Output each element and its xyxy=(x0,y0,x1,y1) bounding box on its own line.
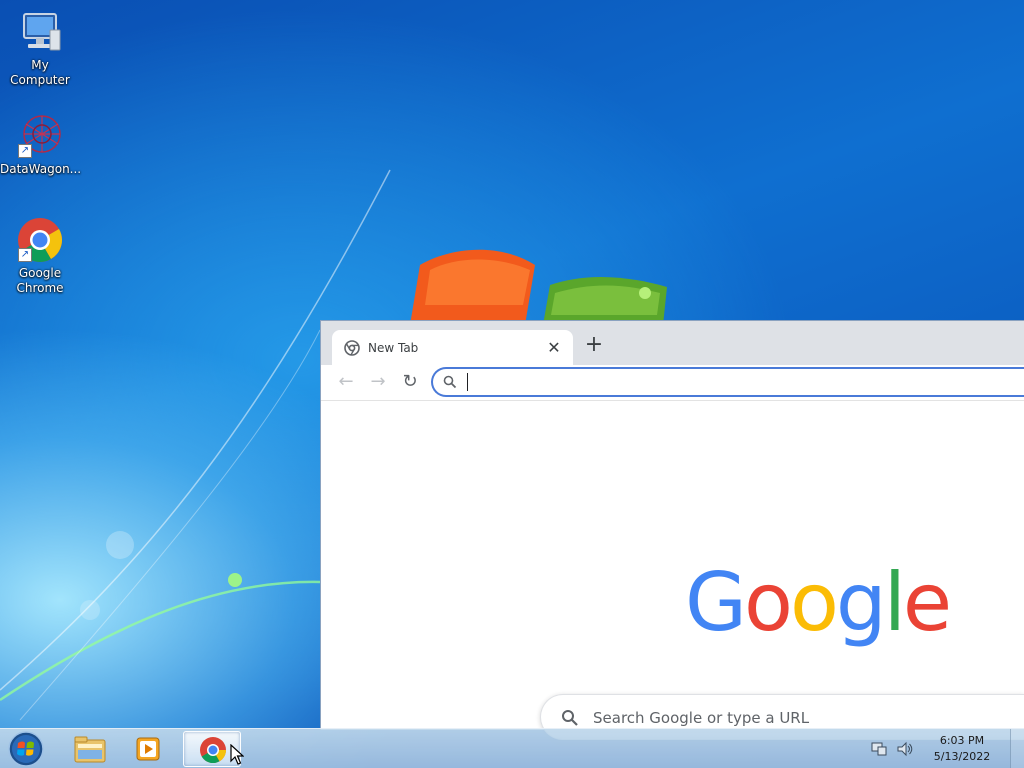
desktop-icon-datawagon[interactable]: ↗ DataWagon... xyxy=(0,112,82,177)
chrome-icon: ↗ xyxy=(16,216,64,264)
taskbar: 6:03 PM 5/13/2022 xyxy=(0,728,1024,768)
tab-new-tab[interactable]: New Tab ✕ xyxy=(332,330,573,365)
windows-logo-wallpaper xyxy=(410,249,667,325)
desktop-icon-google-chrome[interactable]: ↗ Google Chrome xyxy=(0,216,80,296)
shortcut-arrow-icon: ↗ xyxy=(18,248,32,262)
start-button[interactable] xyxy=(6,730,46,768)
chrome-favicon-icon xyxy=(344,339,360,356)
datawagon-icon: ↗ xyxy=(16,112,64,160)
show-desktop-button[interactable] xyxy=(1010,729,1024,768)
clock-date: 5/13/2022 xyxy=(933,750,991,763)
media-player-icon xyxy=(136,737,160,761)
google-logo: Google xyxy=(685,556,952,649)
logo-letter: o xyxy=(789,556,839,649)
new-tab-search-input[interactable] xyxy=(593,709,993,727)
shortcut-arrow-icon: ↗ xyxy=(18,144,32,158)
tab-title: New Tab xyxy=(368,340,419,355)
logo-letter: l xyxy=(883,556,906,649)
taskbar-media-player[interactable] xyxy=(120,731,178,767)
desktop-icon-label: DataWagon... xyxy=(0,162,82,176)
address-input[interactable] xyxy=(467,373,967,391)
search-icon xyxy=(562,710,578,726)
volume-icon[interactable] xyxy=(896,741,914,757)
reload-button[interactable]: ↻ xyxy=(397,369,423,395)
logo-letter: g xyxy=(835,556,887,649)
chrome-window: New Tab ✕ + ← → ↻ xyxy=(320,320,1024,730)
forward-button[interactable]: → xyxy=(365,369,391,395)
mouse-cursor-icon xyxy=(230,744,244,765)
search-icon xyxy=(443,375,457,389)
desktop-icon-label: Google Chrome xyxy=(16,266,64,295)
file-explorer-icon xyxy=(74,736,106,763)
logo-letter: G xyxy=(685,556,747,649)
taskbar-file-explorer[interactable] xyxy=(60,731,118,767)
desktop-icon-label: My Computer xyxy=(10,58,70,87)
address-bar[interactable] xyxy=(431,367,1024,397)
tab-strip: New Tab ✕ + xyxy=(321,321,1024,365)
back-button[interactable]: ← xyxy=(333,369,359,395)
tab-close-button[interactable]: ✕ xyxy=(545,338,563,357)
computer-icon xyxy=(16,8,64,56)
clock[interactable]: 6:03 PM 5/13/2022 xyxy=(922,733,1002,765)
desktop-icon-my-computer[interactable]: My Computer xyxy=(0,8,80,88)
logo-letter: e xyxy=(902,556,952,649)
browser-toolbar: ← → ↻ xyxy=(321,365,1024,401)
system-tray: 6:03 PM 5/13/2022 xyxy=(870,729,1002,768)
logo-letter: o xyxy=(744,556,793,649)
clock-time: 6:03 PM xyxy=(939,734,985,747)
new-tab-button[interactable]: + xyxy=(583,334,605,357)
network-icon[interactable] xyxy=(870,741,888,757)
start-orb-icon xyxy=(8,731,44,767)
